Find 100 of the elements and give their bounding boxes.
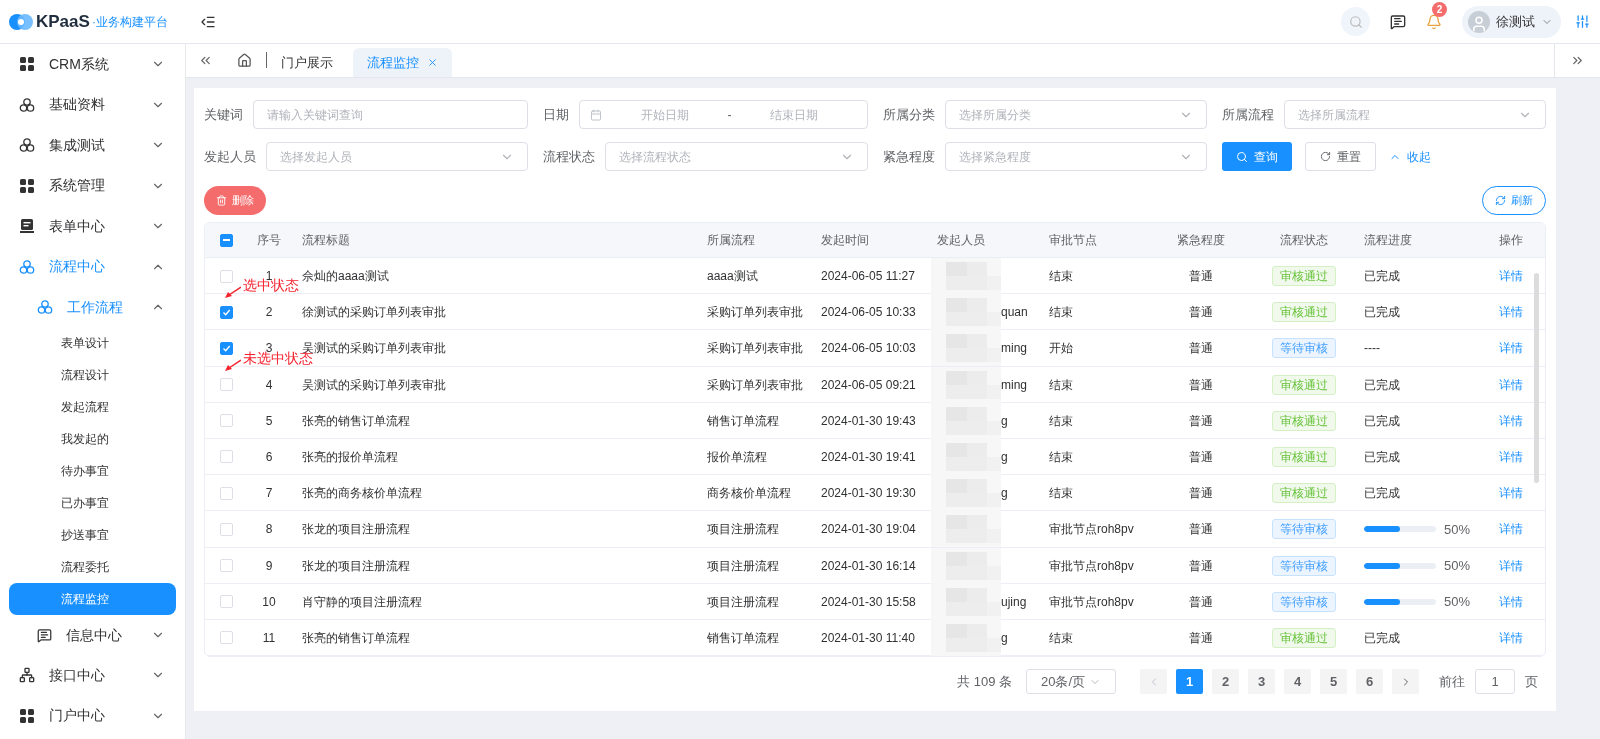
settings-icon[interactable]: [1575, 14, 1590, 29]
close-icon[interactable]: [427, 57, 438, 68]
table-cell-text: 5: [264, 412, 274, 430]
prev-page-button[interactable]: [1140, 669, 1167, 695]
reset-icon: [1319, 151, 1331, 162]
cluster-icon: [19, 258, 35, 275]
logo-subtitle: ·业务构建平台: [91, 13, 168, 31]
table-cell-text: 采购订单列表审批: [706, 304, 804, 322]
sidebar-item[interactable]: 流程中心: [0, 246, 185, 287]
sidebar-item[interactable]: 门户中心: [0, 695, 185, 736]
grid-icon: [19, 707, 35, 724]
table-cell-text: 销售订单流程: [706, 412, 780, 430]
page-input[interactable]: 1: [1475, 669, 1515, 695]
table-row[interactable]: 10 肖守静的项目注册流程 项目注册流程 2024-01-30 15:58 ujing 审批节点roh8pv 普通 等待审核 50% 详情: [205, 583, 1545, 620]
table-cell-text: aaaa测试: [706, 268, 759, 285]
sidebar-item[interactable]: 系统管理: [0, 165, 185, 206]
status-tag: 审核通过: [1271, 446, 1336, 467]
sidebar-item[interactable]: 信息中心: [0, 615, 185, 655]
table-cell-text: 2024-01-30 19:41: [820, 448, 917, 466]
table-cell-text: 普通: [1188, 629, 1214, 647]
mosaic-mask: [931, 475, 1001, 512]
table-cell-text: 9: [264, 557, 274, 575]
input-field[interactable]: 请输入关键词查询: [253, 100, 529, 129]
table-cell-text: 普通: [1188, 593, 1214, 611]
table-cell-text: 肖守静的项目注册流程: [301, 593, 423, 611]
goto-suffix: 页: [1525, 672, 1538, 691]
table-cell-text: 张龙的项目注册流程: [301, 521, 411, 539]
grid-icon: [19, 177, 35, 194]
table-cell-text: 2024-01-30 15:58: [820, 593, 917, 611]
details-link[interactable]: 详情: [1476, 520, 1545, 539]
table-row[interactable]: 7 张亮的商务核价单流程 商务核价单流程 2024-01-30 19:30 g 结束 普通 审核通过 已完成 详情: [205, 475, 1545, 512]
org-icon: [19, 667, 35, 684]
details-link[interactable]: 详情: [1476, 447, 1545, 466]
table-cell-text: 采购订单列表审批: [706, 376, 804, 394]
details-link[interactable]: 详情: [1476, 484, 1545, 503]
page-button[interactable]: 6: [1356, 669, 1383, 695]
table-row[interactable]: 4 吴测试的采购订单列表审批 采购订单列表审批 2024-06-05 09:21 ming 结束 普通 审核通过 已完成 详情: [205, 366, 1545, 403]
page-size-select[interactable]: 20条/页: [1026, 669, 1116, 695]
table-row[interactable]: 5 张亮的销售订单流程 销售订单流程 2024-01-30 19:43 g 结束 普通 审核通过 已完成 详情: [205, 402, 1545, 439]
sidebar-item[interactable]: 我发起的: [9, 423, 176, 455]
details-link[interactable]: 详情: [1476, 592, 1545, 611]
date-range-field[interactable]: 开始日期 - 结束日期: [579, 100, 868, 129]
details-link[interactable]: 详情: [1476, 303, 1545, 322]
table-cell-text: 已完成: [1364, 629, 1400, 647]
table-cell-text: 普通: [1188, 521, 1214, 539]
table-cell-text: g: [1001, 412, 1008, 430]
collapse-link[interactable]: 收起: [1388, 147, 1431, 166]
table-cell-text: 项目注册流程: [706, 557, 780, 575]
message-icon[interactable]: [1390, 13, 1406, 30]
details-link[interactable]: 详情: [1476, 267, 1545, 285]
table-cell-text: 2024-01-30 19:30: [820, 485, 917, 503]
page-button[interactable]: 2: [1212, 669, 1239, 695]
sidebar-item[interactable]: 流程委托: [9, 551, 176, 583]
user-menu[interactable]: 徐测试: [1462, 5, 1561, 38]
table-row[interactable]: 11 张亮的销售订单流程 销售订单流程 2024-01-30 11:40 g 结束 普通 审核通过 已完成 详情: [205, 619, 1545, 657]
table-cell-text: 采购订单列表审批: [706, 340, 804, 358]
sidebar-item[interactable]: 流程设计: [9, 359, 176, 391]
bell-icon[interactable]: [1426, 13, 1442, 30]
page-button[interactable]: 4: [1284, 669, 1311, 695]
column-header: 紧急程度: [1176, 232, 1226, 249]
table-cell-text: 已完成: [1364, 448, 1400, 466]
sidebar-item[interactable]: 抄送事宜: [9, 519, 176, 551]
reset-button[interactable]: 重置: [1304, 142, 1376, 171]
sidebar-item[interactable]: 表单设计: [9, 327, 176, 359]
search-button[interactable]: [1341, 7, 1370, 36]
checkbox[interactable]: [219, 233, 233, 247]
table-cell-text: 张亮的报价单流程: [301, 448, 399, 466]
table-row[interactable]: 9 张龙的项目注册流程 项目注册流程 2024-01-30 16:14 审批节点roh8pv 普通 等待审核 50% 详情: [205, 547, 1545, 584]
table-cell-text: 2024-06-05 10:03: [820, 340, 917, 358]
page-button[interactable]: 3: [1248, 669, 1275, 695]
sidebar-item[interactable]: CRM系统: [0, 44, 185, 85]
details-link[interactable]: 详情: [1476, 339, 1545, 358]
sidebar-item[interactable]: 表单中心: [0, 206, 185, 247]
details-link[interactable]: 详情: [1476, 628, 1545, 647]
details-link[interactable]: 详情: [1476, 556, 1545, 575]
table-row[interactable]: 6 张亮的报价单流程 报价单流程 2024-01-30 19:41 g 结束 普通 审核通过 已完成 详情: [205, 438, 1545, 476]
sidebar-item[interactable]: 工作流程: [0, 287, 185, 327]
table-row[interactable]: 8 张龙的项目注册流程 项目注册流程 2024-01-30 19:04 审批节点roh8pv 普通 等待审核 50% 详情: [205, 511, 1545, 548]
table-cell-text: 商务核价单流程: [706, 485, 792, 503]
tab[interactable]: 门户展示: [267, 48, 347, 77]
checkbox[interactable]: [219, 305, 233, 319]
details-link[interactable]: 详情: [1476, 411, 1545, 430]
sidebar-item[interactable]: 集成测试: [0, 125, 185, 166]
trash-icon: [216, 195, 227, 206]
sidebar-item[interactable]: 基础资料: [0, 84, 185, 125]
table-cell-text: 审批节点roh8pv: [1048, 557, 1135, 575]
home-icon[interactable]: [237, 53, 252, 68]
details-link[interactable]: 详情: [1476, 375, 1545, 394]
table-cell-text: 已完成: [1364, 412, 1400, 430]
mosaic-mask: [931, 438, 1001, 475]
sidebar-item[interactable]: 接口中心: [0, 655, 185, 696]
page-button[interactable]: 5: [1320, 669, 1347, 695]
sidebar-item[interactable]: 待办事宜: [9, 455, 176, 487]
status-tag: 审核通过: [1271, 266, 1336, 286]
filter-label: 日期: [543, 105, 570, 124]
next-page-button[interactable]: [1392, 669, 1419, 695]
sidebar-item[interactable]: 已办事宜: [9, 487, 176, 519]
sidebar-item[interactable]: 发起流程: [9, 391, 176, 423]
checkbox[interactable]: [219, 341, 233, 355]
table-row[interactable]: 2 徐测试的采购订单列表审批 采购订单列表审批 2024-06-05 10:33 quan 结束 普通 审核通过 已完成 详情: [205, 294, 1545, 331]
